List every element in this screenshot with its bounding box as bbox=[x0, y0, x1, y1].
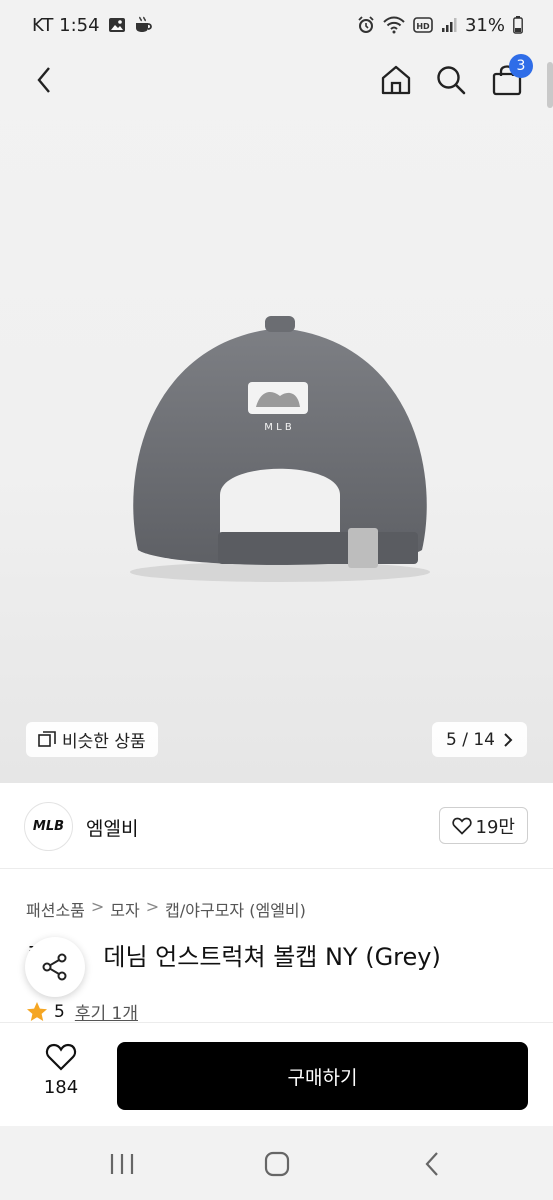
similar-products-label: 비슷한 상품 bbox=[62, 732, 146, 752]
brand-logo-text: MLB bbox=[32, 819, 65, 834]
hd-icon: HD bbox=[413, 17, 433, 33]
breadcrumb-item[interactable]: 캡/야구모자 (엠엘비) bbox=[165, 897, 306, 921]
chevron-right-icon bbox=[504, 732, 513, 747]
wifi-icon bbox=[383, 16, 405, 34]
breadcrumb-item[interactable]: 모자 bbox=[110, 897, 139, 921]
rating-value: 5 bbox=[54, 1001, 65, 1022]
share-button[interactable] bbox=[25, 937, 85, 997]
wishlist-count: 184 bbox=[43, 1077, 79, 1098]
rating-row: 5 후기 1개 bbox=[26, 999, 138, 1024]
brand-like-button[interactable]: 19만 bbox=[438, 807, 528, 844]
heart-icon bbox=[451, 817, 472, 835]
system-home-button[interactable] bbox=[257, 1144, 297, 1184]
cap-logo-text: M L B bbox=[264, 422, 292, 433]
page-indicator-text: 5 / 14 bbox=[446, 729, 495, 750]
search-icon bbox=[437, 66, 466, 95]
cart-count-badge: 3 bbox=[509, 54, 533, 78]
alarm-icon bbox=[357, 16, 375, 34]
brand-like-count: 19만 bbox=[475, 816, 515, 838]
system-back-icon bbox=[425, 1152, 438, 1176]
review-link[interactable]: 후기 1개 bbox=[75, 999, 138, 1024]
search-button[interactable] bbox=[429, 58, 473, 102]
carrier-time: KT 1:54 bbox=[32, 14, 100, 36]
coffee-icon bbox=[134, 16, 154, 34]
system-back-button[interactable] bbox=[412, 1144, 452, 1184]
similar-products-button[interactable]: 비슷한 상품 bbox=[26, 722, 158, 757]
purchase-bar: 184 구매하기 bbox=[0, 1022, 553, 1126]
share-icon bbox=[42, 953, 67, 981]
breadcrumb-item[interactable]: 패션소품 bbox=[26, 897, 85, 921]
back-button[interactable] bbox=[22, 58, 66, 102]
similar-icon bbox=[38, 730, 56, 747]
svg-text:HD: HD bbox=[416, 22, 430, 31]
breadcrumb-separator: > bbox=[90, 897, 105, 916]
recent-apps-icon bbox=[110, 1154, 134, 1174]
status-bar: KT 1:54 HD 31% bbox=[0, 0, 553, 50]
product-image-area[interactable]: M L B 비슷한 상품 5 / 14 bbox=[0, 0, 553, 783]
seller-row[interactable]: MLB 엠엘비 19만 bbox=[0, 783, 553, 869]
image-page-indicator[interactable]: 5 / 14 bbox=[432, 722, 527, 757]
gallery-icon bbox=[108, 17, 126, 33]
recent-apps-button[interactable] bbox=[102, 1144, 142, 1184]
system-home-icon bbox=[264, 1151, 290, 1177]
breadcrumb: 패션소품 > 모자 > 캡/야구모자 (엠엘비) bbox=[26, 897, 306, 921]
product-cap-image: M L B bbox=[130, 316, 430, 582]
wishlist-button[interactable]: 184 bbox=[30, 1043, 92, 1098]
home-icon bbox=[381, 65, 411, 95]
system-navigation-bar bbox=[0, 1126, 553, 1200]
cart-button[interactable]: 3 bbox=[485, 54, 533, 102]
product-title: 루 데님 언스트럭쳐 볼캡 NY (Grey) bbox=[26, 937, 441, 972]
signal-icon bbox=[441, 17, 457, 33]
breadcrumb-separator: > bbox=[145, 897, 160, 916]
brand-logo[interactable]: MLB bbox=[24, 802, 73, 851]
product-title-text: 데님 언스트럭쳐 볼캡 NY (Grey) bbox=[103, 943, 441, 971]
brand-name[interactable]: 엠엘비 bbox=[86, 814, 138, 841]
top-navigation: 3 bbox=[0, 52, 553, 108]
home-button[interactable] bbox=[374, 58, 418, 102]
star-icon bbox=[27, 1001, 47, 1021]
back-icon bbox=[37, 67, 50, 93]
battery-text: 31% bbox=[464, 14, 505, 36]
purchase-button[interactable]: 구매하기 bbox=[117, 1042, 528, 1110]
battery-icon bbox=[513, 16, 523, 34]
heart-icon bbox=[45, 1043, 77, 1071]
